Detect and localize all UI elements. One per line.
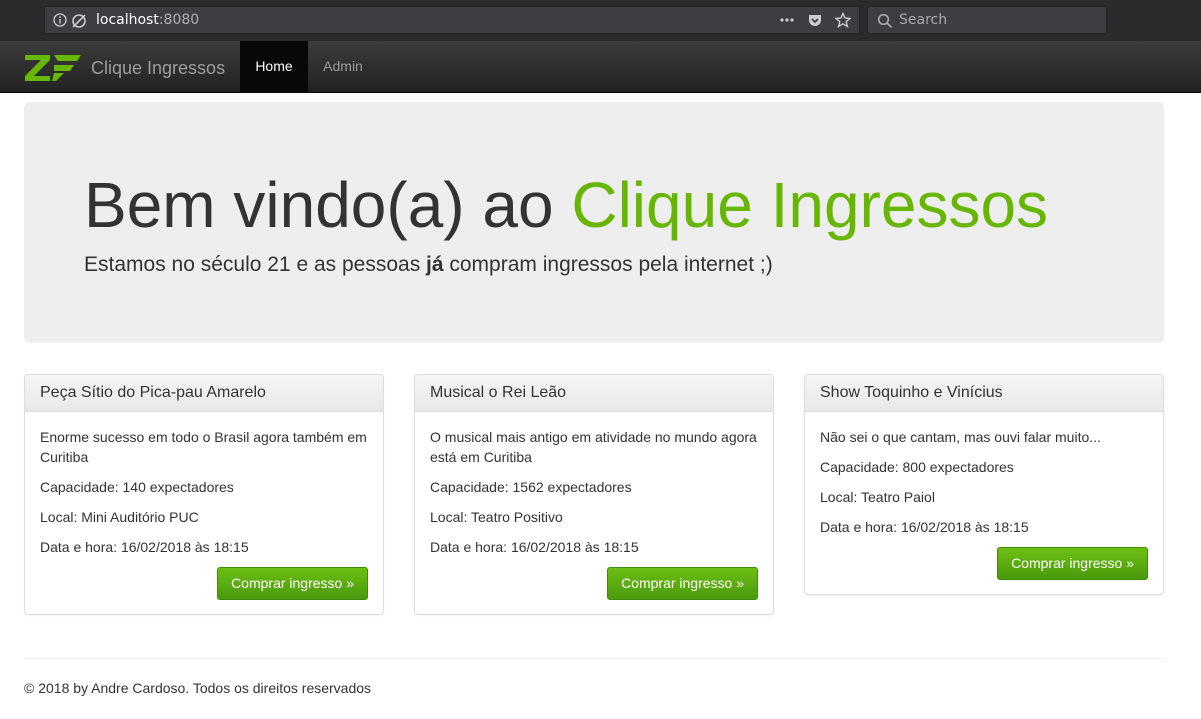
event-title: Show Toquinho e Vinícius [805, 375, 1163, 412]
nav-item-home[interactable]: Home [240, 41, 308, 92]
event-capacity: Capacidade: 800 expectadores [820, 459, 1014, 475]
event-location: Local: Teatro Positivo [430, 509, 563, 525]
event-capacity: Capacidade: 140 expectadores [40, 479, 234, 495]
zend-framework-logo [25, 55, 81, 81]
page-subtitle: Estamos no século 21 e as pessoas já com… [84, 253, 773, 276]
event-datetime: Data e hora: 16/02/2018 às 18:15 [820, 519, 1029, 535]
nav-item-admin[interactable]: Admin [308, 41, 378, 92]
event-capacity: Capacidade: 1562 expectadores [430, 479, 632, 495]
address-bar[interactable]: localhost:8080 [44, 6, 860, 34]
tracking-protection-icon[interactable] [71, 13, 87, 29]
buy-ticket-button[interactable]: Comprar ingresso » [217, 567, 368, 600]
event-title: Peça Sítio do Pica-pau Amarelo [25, 375, 383, 412]
info-icon[interactable] [53, 13, 67, 29]
footer-copyright: © 2018 by Andre Cardoso. Todos os direit… [24, 680, 372, 696]
browser-search-input[interactable]: Search [867, 6, 1107, 34]
browser-toolbar: localhost:8080 Search [0, 0, 1201, 41]
event-description: Não sei o que cantam, mas ouvi falar mui… [820, 429, 1101, 445]
more-actions-icon[interactable] [779, 12, 795, 33]
jumbotron: Bem vindo(a) ao Clique Ingressos Estamos… [24, 102, 1164, 343]
footer-divider [24, 658, 1164, 659]
buy-ticket-button[interactable]: Comprar ingresso » [997, 547, 1148, 580]
brand-name: Clique Ingressos [91, 57, 226, 78]
event-card: Musical o Rei Leão O musical mais antigo… [414, 374, 774, 615]
buy-ticket-button[interactable]: Comprar ingresso » [607, 567, 758, 600]
pocket-icon[interactable] [807, 12, 823, 33]
event-datetime: Data e hora: 16/02/2018 às 18:15 [40, 539, 249, 555]
navbar: Clique Ingressos Home Admin [0, 41, 1201, 93]
event-description: O musical mais antigo em atividade no mu… [430, 429, 757, 465]
url-text[interactable]: localhost:8080 [96, 12, 199, 28]
event-location: Local: Mini Auditório PUC [40, 509, 199, 525]
event-description: Enorme sucesso em todo o Brasil agora ta… [40, 429, 367, 465]
page-title: Bem vindo(a) ao Clique Ingressos [84, 169, 1049, 241]
search-placeholder: Search [899, 12, 948, 28]
event-location: Local: Teatro Paiol [820, 489, 935, 505]
event-datetime: Data e hora: 16/02/2018 às 18:15 [430, 539, 639, 555]
event-title: Musical o Rei Leão [415, 375, 773, 412]
search-icon [877, 13, 893, 29]
event-card: Show Toquinho e Vinícius Não sei o que c… [804, 374, 1164, 595]
event-card: Peça Sítio do Pica-pau Amarelo Enorme su… [24, 374, 384, 615]
brand-link[interactable]: Clique Ingressos [24, 53, 225, 83]
bookmark-star-icon[interactable] [834, 11, 852, 33]
